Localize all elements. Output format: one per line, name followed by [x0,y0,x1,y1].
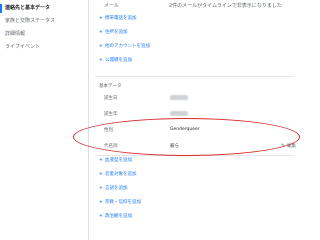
pencil-icon[interactable]: ✎ [281,143,285,149]
sidebar-item-life-events[interactable]: ライフイベント [0,41,88,54]
gender-label: 性別 [104,128,113,133]
add-religion-link[interactable]: + 宗教・信仰を追加 [99,199,141,207]
about-sidebar: 連絡先と基本データ 家族と交際ステータス 詳細情報 ライフイベント [0,0,88,240]
sidebar-item-details[interactable]: 詳細情報 [0,28,88,41]
sidebar-item-label: 家族と交際ステータス [5,18,56,24]
section-divider [95,155,294,156]
birthday-label: 誕生日 [104,96,118,101]
pronoun-label: 代名詞 [104,144,118,149]
edit-pronoun-link[interactable]: 編集 [287,143,296,149]
add-political-views-link[interactable]: + 政治観を追加 [99,213,132,221]
sidebar-item-label: 詳細情報 [5,31,26,37]
hidden-email-note: 2件のメールがタイムラインで非表示になりました [169,3,282,9]
about-main-panel: メール 2件のメールがタイムラインで非表示になりました + 携帯電話を追加 + 住所… [88,0,300,240]
email-label: メール [104,3,120,9]
sidebar-item-label: ライフイベント [5,44,41,50]
section-divider [95,76,294,77]
basic-info-section-title: 基本データ [99,84,122,89]
sidebar-item-contact-basic-info[interactable]: 連絡先と基本データ [0,2,88,15]
add-blood-type-link[interactable]: + 血液型を追加 [99,157,132,165]
birth-year-value-redacted [170,111,188,116]
add-public-key-link[interactable]: + 公開鍵を追加 [99,57,132,65]
add-mobile-phone-link[interactable]: + 携帯電話を追加 [99,15,137,23]
sidebar-item-label: 連絡先と基本データ [5,5,51,11]
add-interested-in-link[interactable]: + 恋愛対象を追加 [99,171,137,179]
birth-year-label: 誕生年 [104,112,118,117]
add-address-link[interactable]: + 住所を追加 [99,29,128,37]
add-other-account-link[interactable]: + 他のアカウントを追加 [99,43,150,51]
sidebar-item-family-relationships[interactable]: 家族と交際ステータス [0,15,88,28]
add-language-link[interactable]: + 言語を追加 [99,185,128,193]
active-indicator [0,4,2,13]
gender-value: Genderqueer [170,127,200,132]
birthday-value-redacted [170,95,188,100]
pronoun-value: 彼ら [170,144,179,149]
